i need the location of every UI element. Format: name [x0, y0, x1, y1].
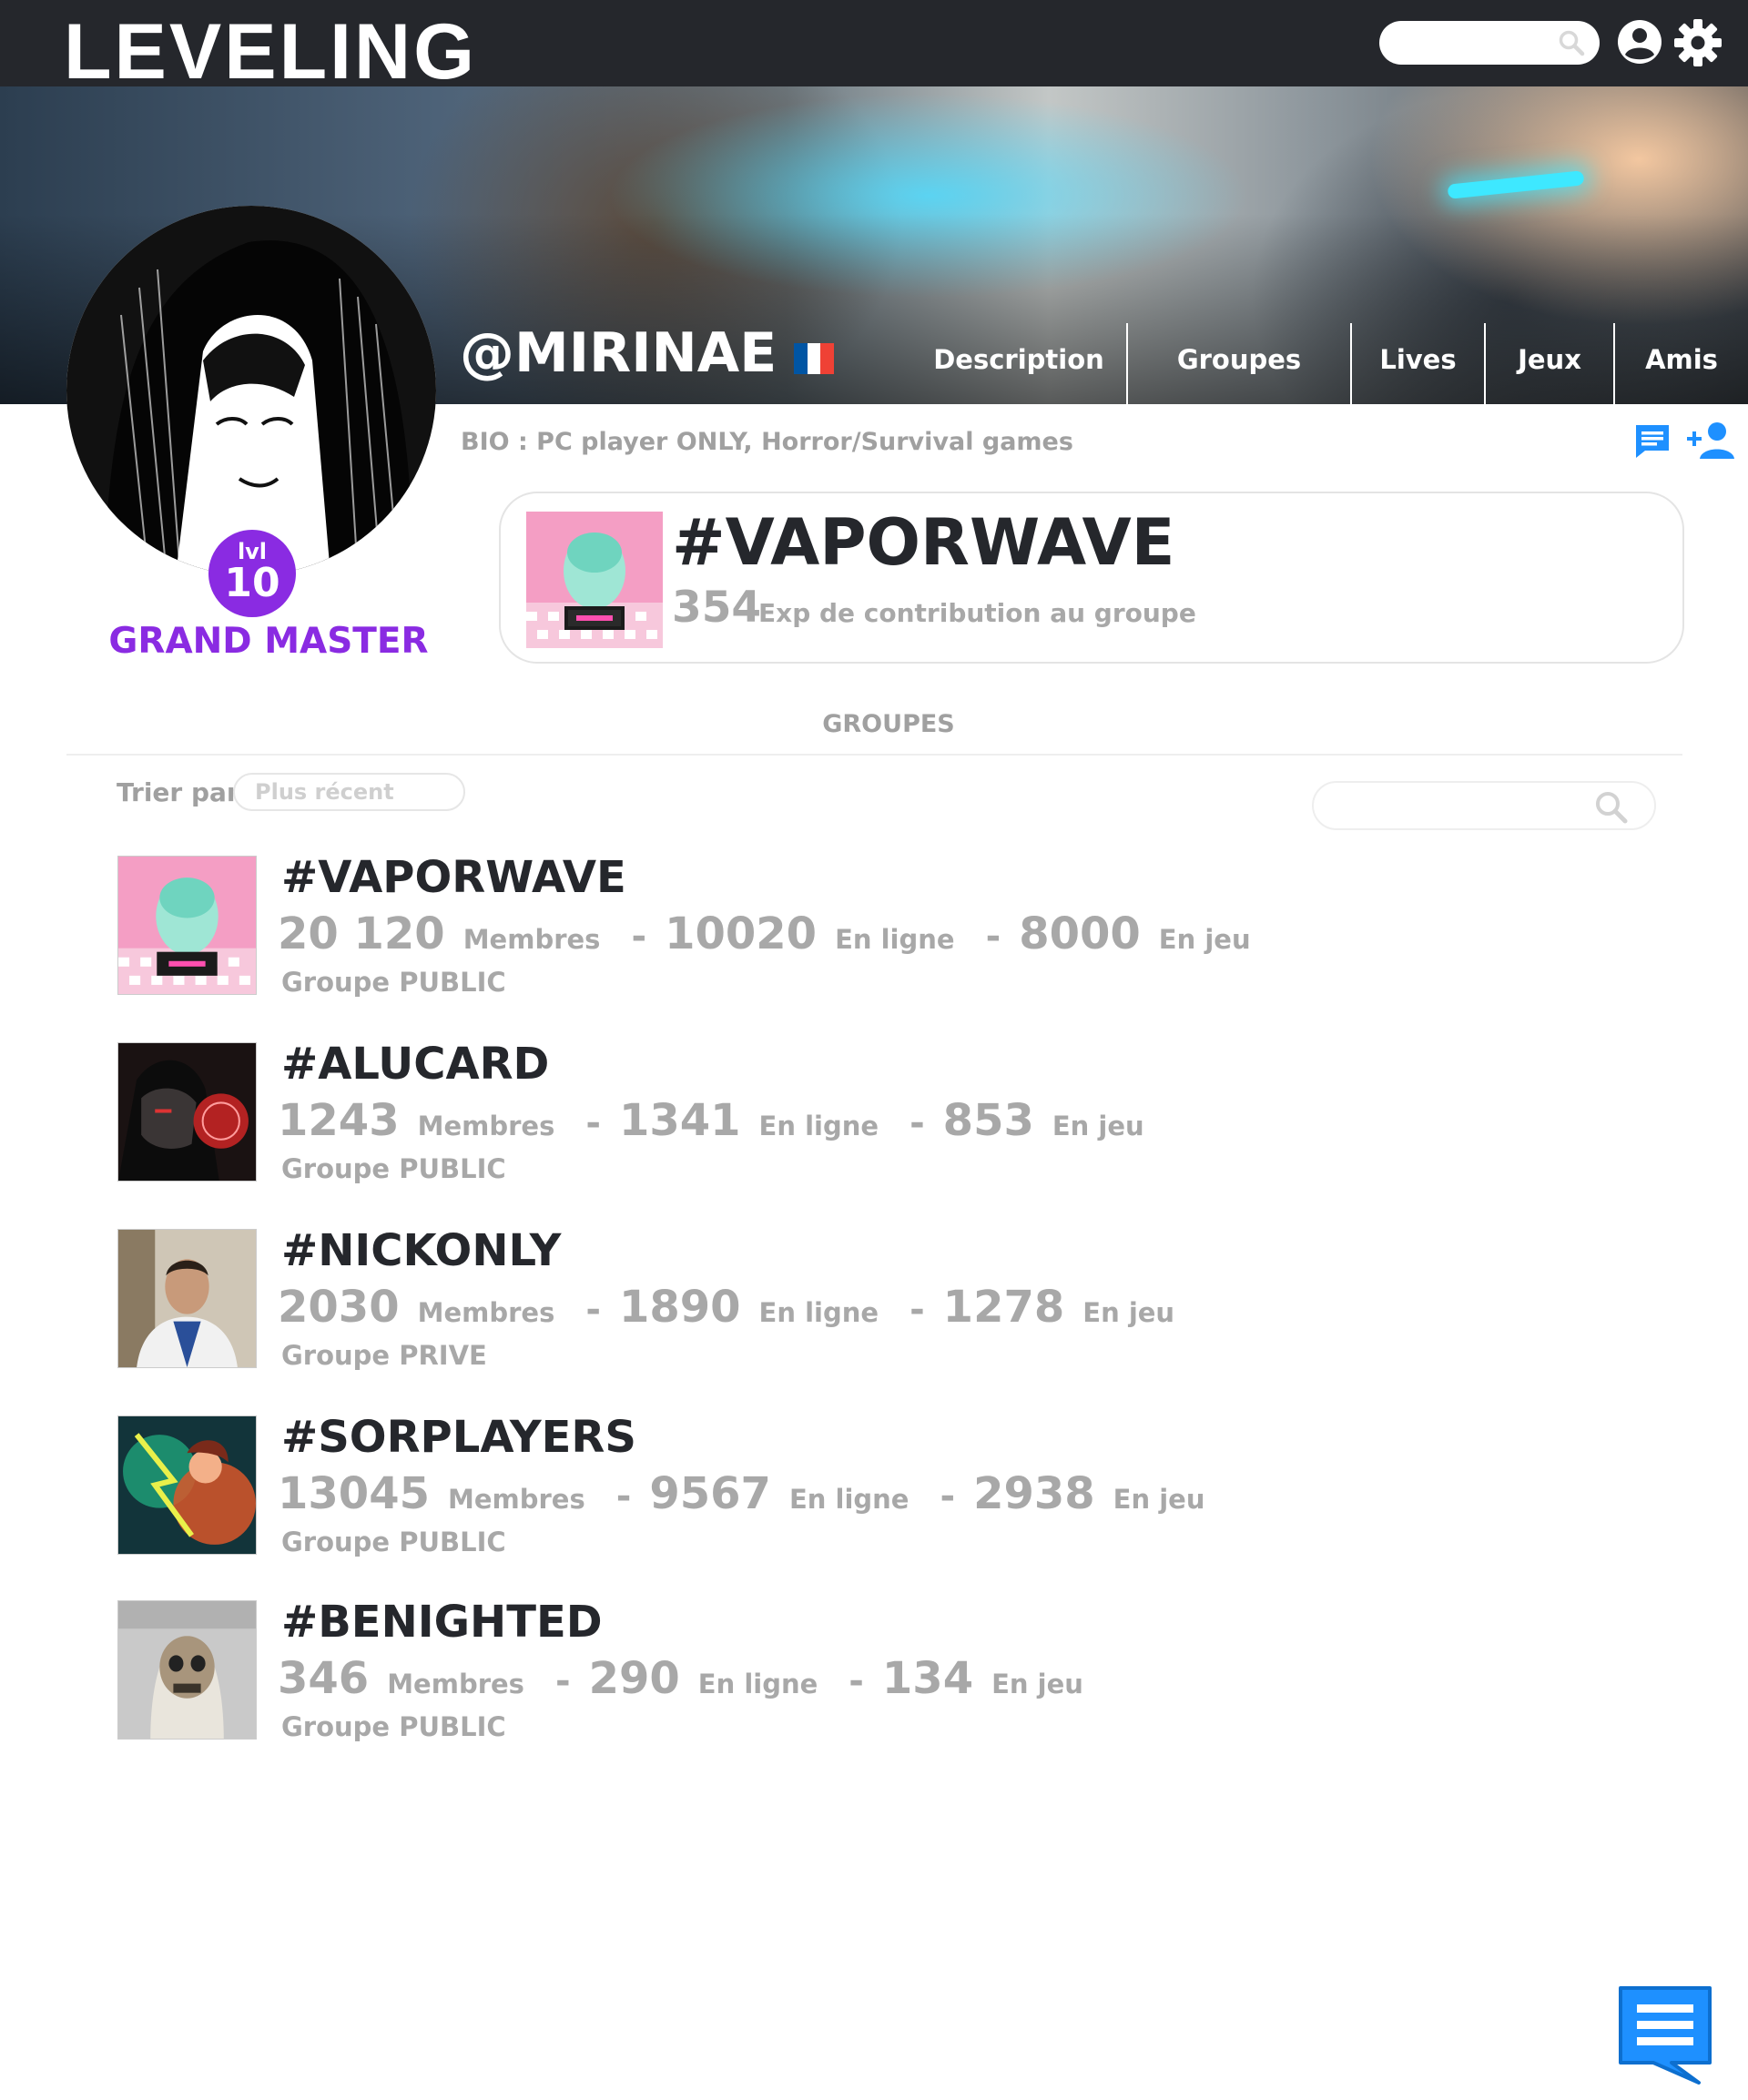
online-count: 1341 — [618, 1095, 741, 1146]
members-label: Membres — [448, 1484, 585, 1515]
separator: - — [585, 1289, 601, 1331]
online-label: En ligne — [758, 1297, 879, 1328]
separator: - — [585, 1102, 601, 1144]
group-stats: 20 120 Membres -10020 En ligne -8000 En jeu — [278, 908, 1264, 959]
group-stats: 13045 Membres -9567 En ligne -2938 En jeu — [278, 1468, 1217, 1519]
group-search-input[interactable] — [1312, 781, 1656, 830]
top-search-input[interactable] — [1379, 21, 1600, 65]
separator: - — [910, 1102, 925, 1144]
group-stats: 1243 Membres -1341 En ligne -853 En jeu — [278, 1095, 1157, 1146]
add-friend-icon[interactable] — [1687, 421, 1734, 461]
chat-icon[interactable] — [1617, 1984, 1713, 2085]
group-type: Groupe PUBLIC — [281, 1711, 506, 1742]
group-image-nickonly — [117, 1229, 257, 1368]
featured-group-exp: 354 — [672, 583, 762, 633]
group-type: Groupe PUBLIC — [281, 967, 506, 998]
members-count: 13045 — [278, 1468, 430, 1519]
separator: - — [631, 916, 647, 958]
sort-label: Trier par — [117, 777, 239, 807]
members-count: 20 120 — [278, 908, 445, 959]
group-name[interactable]: #NICKONLY — [281, 1229, 561, 1273]
separator: - — [940, 1476, 956, 1517]
ingame-count: 134 — [881, 1653, 974, 1704]
group-name[interactable]: #SORPLAYERS — [281, 1415, 636, 1459]
members-label: Membres — [417, 1111, 555, 1141]
rank-title: GRAND MASTER — [108, 621, 429, 662]
top-bar: LEVELING — [0, 0, 1748, 91]
tab-lives[interactable]: Lives — [1352, 323, 1484, 404]
user-circle-icon[interactable] — [1616, 18, 1663, 66]
group-type: Groupe PRIVE — [281, 1340, 487, 1371]
group-row[interactable]: #ALUCARD 1243 Membres -1341 En ligne -853 En … — [117, 1042, 1574, 1188]
ingame-label: En jeu — [991, 1669, 1083, 1699]
ingame-count: 853 — [942, 1095, 1034, 1146]
message-icon[interactable] — [1634, 423, 1671, 460]
online-label: En ligne — [835, 924, 955, 955]
ingame-count: 1278 — [942, 1282, 1065, 1333]
members-count: 346 — [278, 1653, 370, 1704]
avatar-image — [66, 206, 436, 575]
tab-groupes[interactable]: Groupes — [1128, 323, 1350, 404]
gear-icon[interactable] — [1673, 18, 1723, 67]
group-row[interactable]: #SORPLAYERS 13045 Membres -9567 En ligne -29… — [117, 1415, 1574, 1561]
group-image-sorplayers — [117, 1415, 257, 1555]
online-label: En ligne — [758, 1111, 879, 1141]
section-divider — [66, 754, 1682, 756]
ingame-label: En jeu — [1082, 1297, 1175, 1328]
ingame-label: En jeu — [1052, 1111, 1144, 1141]
group-type: Groupe PUBLIC — [281, 1153, 506, 1184]
level-number: 10 — [224, 560, 280, 606]
sort-select[interactable]: Plus récent — [233, 773, 465, 811]
featured-group-image — [526, 512, 663, 648]
ingame-count: 2938 — [973, 1468, 1095, 1519]
members-label: Membres — [417, 1297, 555, 1328]
level-badge: lvl 10 — [208, 530, 296, 617]
separator: - — [554, 1660, 571, 1702]
group-name[interactable]: #BENIGHTED — [281, 1600, 603, 1644]
members-label: Membres — [387, 1669, 524, 1699]
online-label: En ligne — [697, 1669, 818, 1699]
featured-group-name: #VAPORWAVE — [672, 505, 1175, 580]
separator: - — [849, 1660, 864, 1702]
group-row[interactable]: #NICKONLY 2030 Membres -1890 En ligne -1278 E… — [117, 1229, 1574, 1375]
ingame-label: En jeu — [1158, 924, 1251, 955]
online-count: 1890 — [618, 1282, 741, 1333]
featured-group-exp-label: Exp de contribution au groupe — [758, 598, 1196, 628]
group-image-alucard — [117, 1042, 257, 1182]
separator: - — [910, 1289, 925, 1331]
group-image-benighted — [117, 1600, 257, 1740]
group-name[interactable]: #ALUCARD — [281, 1042, 549, 1086]
online-count: 9567 — [649, 1468, 771, 1519]
separator: - — [615, 1476, 632, 1517]
search-icon — [1596, 792, 1628, 824]
group-type: Groupe PUBLIC — [281, 1527, 506, 1557]
group-name[interactable]: #VAPORWAVE — [281, 856, 626, 899]
section-title: GROUPES — [822, 710, 955, 738]
online-count: 290 — [588, 1653, 680, 1704]
app-logo[interactable]: LEVELING — [64, 13, 477, 91]
tab-jeux[interactable]: Jeux — [1486, 323, 1613, 404]
online-label: En ligne — [788, 1484, 910, 1515]
france-flag-icon — [794, 343, 835, 374]
group-row[interactable]: #VAPORWAVE 20 120 Membres -10020 En ligne -8… — [117, 856, 1574, 1001]
tab-amis[interactable]: Amis — [1615, 323, 1748, 404]
search-icon — [1559, 30, 1585, 56]
members-label: Membres — [462, 924, 601, 955]
group-row[interactable]: #BENIGHTED 346 Membres -290 En ligne -134 En … — [117, 1600, 1574, 1746]
username: @MIRINAE — [460, 321, 777, 385]
members-count: 2030 — [278, 1282, 400, 1333]
separator: - — [985, 916, 1001, 958]
tab-description[interactable]: Description — [910, 323, 1127, 404]
ingame-count: 8000 — [1019, 908, 1141, 959]
avatar[interactable] — [66, 206, 436, 575]
ingame-label: En jeu — [1113, 1484, 1205, 1515]
profile-bio: BIO : PC player ONLY, Horror/Survival ga… — [461, 428, 1073, 456]
group-stats: 346 Membres -290 En ligne -134 En jeu — [278, 1653, 1096, 1704]
online-count: 10020 — [665, 908, 818, 959]
group-stats: 2030 Membres -1890 En ligne -1278 En jeu — [278, 1282, 1187, 1333]
members-count: 1243 — [278, 1095, 400, 1146]
group-image-vaporwave — [117, 856, 257, 995]
